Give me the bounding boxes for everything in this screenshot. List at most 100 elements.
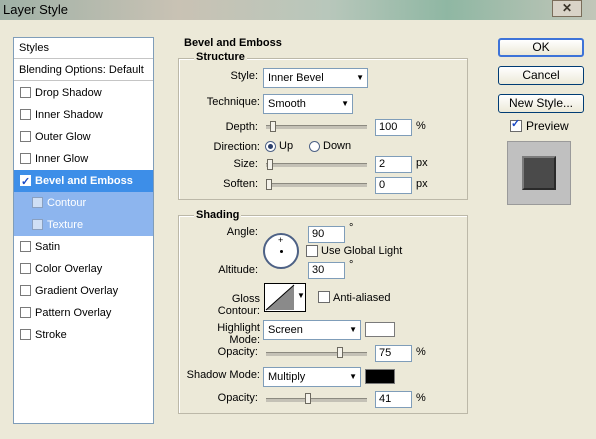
highlight-opacity-track[interactable] (266, 352, 367, 356)
direction-down-label[interactable]: Down (323, 140, 351, 152)
technique-dropdown[interactable]: Smooth ▼ (263, 94, 353, 114)
angle-input[interactable]: 90 (308, 226, 345, 243)
size-input[interactable]: 2 (375, 156, 412, 173)
soften-slider-thumb[interactable] (266, 179, 272, 190)
preview-swatch (522, 156, 556, 190)
style-label: Style: (230, 70, 258, 82)
sidebar-item-color-overlay[interactable]: Color Overlay (14, 258, 153, 280)
close-button[interactable]: ✕ (552, 0, 582, 17)
ok-button[interactable]: OK (498, 38, 584, 57)
depth-label: Depth: (225, 121, 258, 133)
style-checkbox[interactable] (20, 87, 31, 98)
sidebar-item-texture[interactable]: Texture (14, 214, 153, 236)
highlight-opacity-label: Opacity: (217, 346, 258, 358)
direction-label: Direction: (213, 141, 260, 153)
angle-label: Angle: (226, 226, 258, 238)
bevel-emboss-title: Bevel and Emboss (184, 37, 282, 49)
crosshair-icon: + (278, 235, 284, 245)
style-checkbox[interactable] (20, 153, 31, 164)
style-checkbox[interactable] (20, 307, 31, 318)
altitude-input[interactable]: 30 (308, 262, 345, 279)
sidebar-item-inner-glow[interactable]: Inner Glow (14, 148, 153, 170)
style-checkbox[interactable] (20, 131, 31, 142)
preview-checkbox[interactable] (510, 117, 522, 132)
sidebar-item-label: Stroke (35, 329, 67, 341)
sidebar-item-label: Bevel and Emboss (35, 175, 133, 187)
size-slider-thumb[interactable] (266, 159, 273, 170)
depth-unit: % (416, 120, 426, 132)
preview-label[interactable]: Preview (526, 119, 569, 133)
dial-center (280, 250, 283, 253)
size-label: Size: (233, 158, 258, 170)
shadow-opacity-unit: % (416, 392, 426, 404)
sidebar-item-contour[interactable]: Contour (14, 192, 153, 214)
anti-aliased-label[interactable]: Anti-aliased (333, 292, 390, 304)
style-checkbox[interactable] (20, 329, 31, 340)
size-slider-track[interactable] (266, 163, 367, 167)
altitude-degree: ° (349, 259, 354, 271)
blending-options-item[interactable]: Blending Options: Default (14, 60, 153, 81)
gloss-contour-label: Gloss Contour: (217, 293, 260, 317)
highlight-opacity-unit: % (416, 346, 426, 358)
highlight-opacity-input[interactable]: 75 (375, 345, 412, 362)
cancel-button[interactable]: Cancel (498, 66, 584, 85)
style-checkbox[interactable] (20, 109, 31, 120)
soften-slider-track[interactable] (266, 183, 367, 187)
shadow-mode-dropdown[interactable]: Multiply ▼ (263, 367, 361, 387)
sidebar-item-label: Contour (47, 197, 87, 209)
depth-slider-thumb[interactable] (269, 121, 276, 132)
new-style-button[interactable]: New Style... (498, 94, 584, 113)
depth-slider-track[interactable] (266, 125, 367, 129)
global-light-checkbox[interactable] (306, 245, 318, 257)
soften-label: Soften: (223, 178, 258, 190)
style-checkbox[interactable] (20, 241, 31, 252)
dropdown-arrow-icon: ▼ (341, 99, 349, 108)
styles-header[interactable]: Styles (14, 38, 153, 59)
sidebar-item-outer-glow[interactable]: Outer Glow (14, 126, 153, 148)
style-checkbox[interactable] (20, 171, 31, 193)
style-preview (507, 141, 571, 205)
highlight-mode-dropdown[interactable]: Screen ▼ (263, 320, 361, 340)
shadow-opacity-input[interactable]: 41 (375, 391, 412, 408)
style-checkbox[interactable] (32, 197, 43, 208)
sidebar-item-label: Inner Glow (35, 153, 89, 165)
technique-value: Smooth (268, 98, 306, 110)
global-light-label[interactable]: Use Global Light (321, 245, 402, 257)
dropdown-arrow-icon: ▼ (356, 73, 364, 82)
sidebar-item-gradient-overlay[interactable]: Gradient Overlay (14, 280, 153, 302)
angle-dial[interactable]: + (263, 233, 299, 269)
sidebar-item-label: Outer Glow (35, 131, 91, 143)
structure-title: Structure (194, 51, 247, 63)
depth-input[interactable]: 100 (375, 119, 412, 136)
angle-degree: ° (349, 222, 354, 234)
sidebar-item-pattern-overlay[interactable]: Pattern Overlay (14, 302, 153, 324)
sidebar-item-bevel-and-emboss[interactable]: Bevel and Emboss (14, 170, 153, 193)
shadow-opacity-label: Opacity: (217, 392, 258, 404)
sidebar-item-label: Texture (47, 219, 84, 231)
sidebar-item-label: Drop Shadow (35, 87, 102, 99)
anti-aliased-checkbox[interactable] (318, 291, 330, 303)
highlight-opacity-thumb[interactable] (337, 347, 344, 358)
style-checkbox[interactable] (20, 263, 31, 274)
sidebar-item-satin[interactable]: Satin (14, 236, 153, 258)
dropdown-arrow-icon: ▼ (349, 325, 357, 334)
sidebar-item-drop-shadow[interactable]: Drop Shadow (14, 82, 153, 104)
direction-up-radio[interactable] (265, 141, 276, 152)
dropdown-arrow-icon: ▼ (297, 291, 305, 300)
gloss-contour-picker[interactable]: ▼ (264, 283, 306, 312)
highlight-mode-label: Highlight Mode: (217, 322, 260, 346)
sidebar-item-inner-shadow[interactable]: Inner Shadow (14, 104, 153, 126)
direction-down-radio[interactable] (309, 141, 320, 152)
shadow-opacity-track[interactable] (266, 398, 367, 402)
shadow-opacity-thumb[interactable] (304, 393, 311, 404)
soften-input[interactable]: 0 (375, 177, 412, 194)
sidebar-item-stroke[interactable]: Stroke (14, 324, 153, 346)
shading-title: Shading (194, 209, 242, 221)
altitude-label: Altitude: (218, 264, 258, 276)
highlight-color-swatch[interactable] (365, 322, 395, 337)
style-checkbox[interactable] (20, 285, 31, 296)
shadow-color-swatch[interactable] (365, 369, 395, 384)
style-checkbox[interactable] (32, 219, 43, 230)
style-dropdown[interactable]: Inner Bevel ▼ (263, 68, 368, 88)
direction-up-label[interactable]: Up (279, 140, 293, 152)
